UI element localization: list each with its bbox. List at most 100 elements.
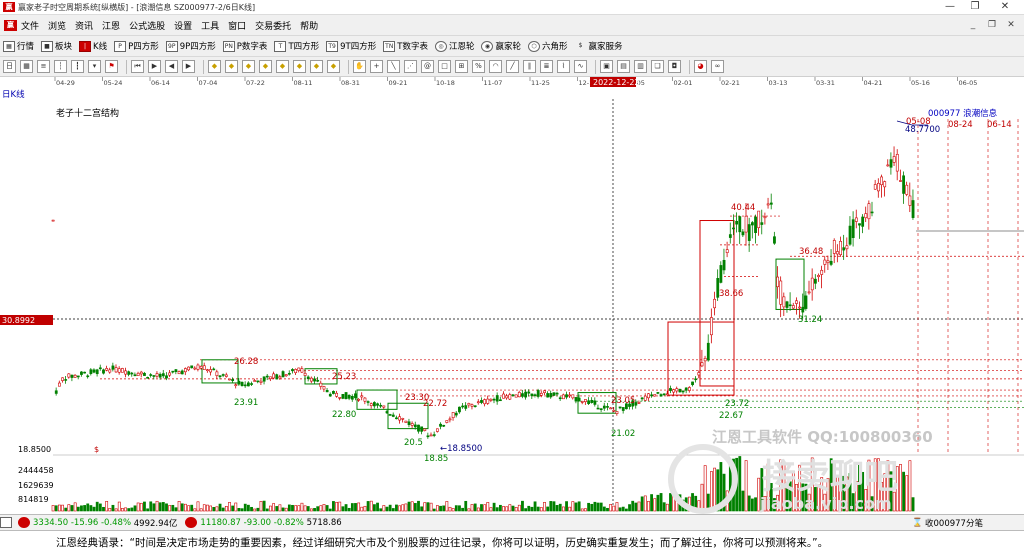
diamond-icon[interactable]: ◆ <box>276 60 289 73</box>
candle-body <box>432 434 436 436</box>
save-icon[interactable]: ▤ <box>617 60 630 73</box>
menu-logo-icon: 赢 <box>4 19 17 31</box>
cycle-icon[interactable]: ⌇ <box>557 60 570 73</box>
volume-bar <box>659 493 663 512</box>
diamond-icon[interactable]: ◆ <box>225 60 238 73</box>
toolbar-sectors-button[interactable]: ■ 板块 <box>41 40 72 52</box>
channel-icon[interactable]: ∥ <box>523 60 536 73</box>
trend-icon[interactable]: ╱ <box>506 60 519 73</box>
kline-chart[interactable]: 26.28 23.91 25.23 22.80 23.30 22.72 20.5 18.85 ←… <box>0 99 1024 514</box>
volume-bar <box>628 504 631 512</box>
menu-file[interactable]: 文件 <box>21 19 39 32</box>
sh-index-icon <box>18 517 30 528</box>
volume-bar <box>67 504 71 512</box>
toolbar-t-table-button[interactable]: TN T数字表 <box>383 40 428 52</box>
volume-bar <box>221 507 225 512</box>
candle-body <box>839 240 843 256</box>
toolbar-9t-square-button[interactable]: T9 9T四方形 <box>326 40 376 52</box>
cross-icon[interactable]: + <box>370 60 383 73</box>
mdi-minimize-button[interactable]: _ <box>966 18 980 32</box>
menu-formula[interactable]: 公式选股 <box>129 19 165 32</box>
volume-bar <box>206 504 209 512</box>
close-button[interactable]: ✕ <box>990 0 1020 15</box>
menu-settings[interactable]: 设置 <box>174 19 192 32</box>
toolbar-quotes-button[interactable]: ▦ 行情 <box>3 40 34 52</box>
diamond-icon[interactable]: ◆ <box>293 60 306 73</box>
mdi-restore-button[interactable]: ❐ <box>985 18 999 32</box>
toolbar-service-button[interactable]: $ 赢家服务 <box>575 40 623 53</box>
copy-icon[interactable]: ❏ <box>651 60 664 73</box>
flag-icon[interactable]: ⚑ <box>105 60 118 73</box>
volume-bar <box>133 505 137 512</box>
first-icon[interactable]: ⏮ <box>131 60 144 73</box>
menu-window[interactable]: 窗口 <box>228 19 246 32</box>
menu-trade[interactable]: 交易委托 <box>255 19 291 32</box>
candles-icon[interactable]: ┇ <box>71 60 84 73</box>
next-icon[interactable]: ▶ <box>182 60 195 73</box>
candle-body <box>735 220 739 225</box>
candle-body <box>722 259 726 271</box>
watermark-line3: jiaoba.vip.com <box>760 494 892 513</box>
percent-icon[interactable]: % <box>472 60 485 73</box>
toolbar-winner-wheel-button[interactable]: ◉ 赢家轮 <box>481 40 521 52</box>
sh-index-summary[interactable]: 3334.50 -15.96 -0.48% 4992.94亿 <box>18 517 177 529</box>
diamond-icon[interactable]: ◆ <box>259 60 272 73</box>
date-tick-label: 05-24 <box>104 79 123 87</box>
toolbar-t-square-button[interactable]: T T四方形 <box>274 40 319 52</box>
diamond-icon[interactable]: ◆ <box>208 60 221 73</box>
volume-bar <box>505 506 509 512</box>
print-icon[interactable]: ▥ <box>634 60 647 73</box>
sz-index-summary[interactable]: 11180.87 -93.00 -0.82% 5718.86 <box>185 517 342 528</box>
box-icon[interactable]: □ <box>438 60 451 73</box>
menu-browse[interactable]: 浏览 <box>48 19 66 32</box>
toolbar-hexagon-button[interactable]: ⬡ 六角形 <box>527 40 568 52</box>
candle-body <box>168 372 172 376</box>
grid-icon[interactable]: ▦ <box>20 60 33 73</box>
watermark-line1: 江恩工具软件 QQ:100800360 <box>712 428 933 446</box>
fib-icon[interactable]: ≣ <box>540 60 553 73</box>
candle-body <box>209 369 213 373</box>
volume-bar <box>184 503 187 512</box>
candle-body <box>127 371 131 375</box>
diamond-icon[interactable]: ◆ <box>310 60 323 73</box>
diamond-icon[interactable]: ◆ <box>242 60 255 73</box>
palette-icon[interactable]: ◕ <box>694 60 707 73</box>
down-arrow-icon[interactable]: ▾ <box>88 60 101 73</box>
gann-icon[interactable]: ⊞ <box>455 60 468 73</box>
wave-icon[interactable]: ∿ <box>574 60 587 73</box>
arc-icon[interactable]: ◠ <box>489 60 502 73</box>
toolbar-kline-button[interactable]: | K线 <box>79 40 107 52</box>
volume-bar <box>429 502 433 512</box>
candle-body <box>691 381 694 386</box>
candle-body <box>596 407 600 410</box>
menu-help[interactable]: 帮助 <box>300 19 318 32</box>
toolbar-p-table-button[interactable]: PN P数字表 <box>222 40 267 52</box>
fan-icon[interactable]: ⋰ <box>404 60 417 73</box>
prev-icon[interactable]: ◀ <box>165 60 178 73</box>
menu-tools[interactable]: 工具 <box>201 19 219 32</box>
play-icon[interactable]: ▶ <box>148 60 161 73</box>
menu-gann[interactable]: 江恩 <box>102 19 120 32</box>
toolbar-9p-square-button[interactable]: 9P 9P四方形 <box>165 40 216 52</box>
candle-body <box>187 366 190 371</box>
diamond-icon[interactable]: ◆ <box>327 60 340 73</box>
sh-index-value: 3334.50 <box>33 517 69 528</box>
bars-icon[interactable]: ┆ <box>54 60 67 73</box>
hand-icon[interactable]: ✋ <box>353 60 366 73</box>
toolbar-gann-wheel-button[interactable]: ◎ 江恩轮 <box>434 40 474 52</box>
menu-info[interactable]: 资讯 <box>75 19 93 32</box>
list-icon[interactable]: ≡ <box>37 60 50 73</box>
spiral-icon[interactable]: @ <box>421 60 434 73</box>
calc-icon[interactable]: ▣ <box>600 60 613 73</box>
date-tick-label: 09-21 <box>389 79 408 87</box>
volume-bar <box>902 471 906 512</box>
ray-icon[interactable]: ╲ <box>387 60 400 73</box>
infinity-icon[interactable]: ∞ <box>711 60 724 73</box>
camera-icon[interactable]: ◘ <box>668 60 681 73</box>
candle-body <box>754 216 757 234</box>
ticks-label[interactable]: 收000977分笔 <box>925 517 983 529</box>
toolbar-p-square-button[interactable]: P P四方形 <box>114 40 159 52</box>
mdi-close-button[interactable]: ✕ <box>1004 18 1018 32</box>
period-menu-icon[interactable]: 日 <box>3 60 16 73</box>
maximize-button[interactable]: ❐ <box>960 0 990 15</box>
